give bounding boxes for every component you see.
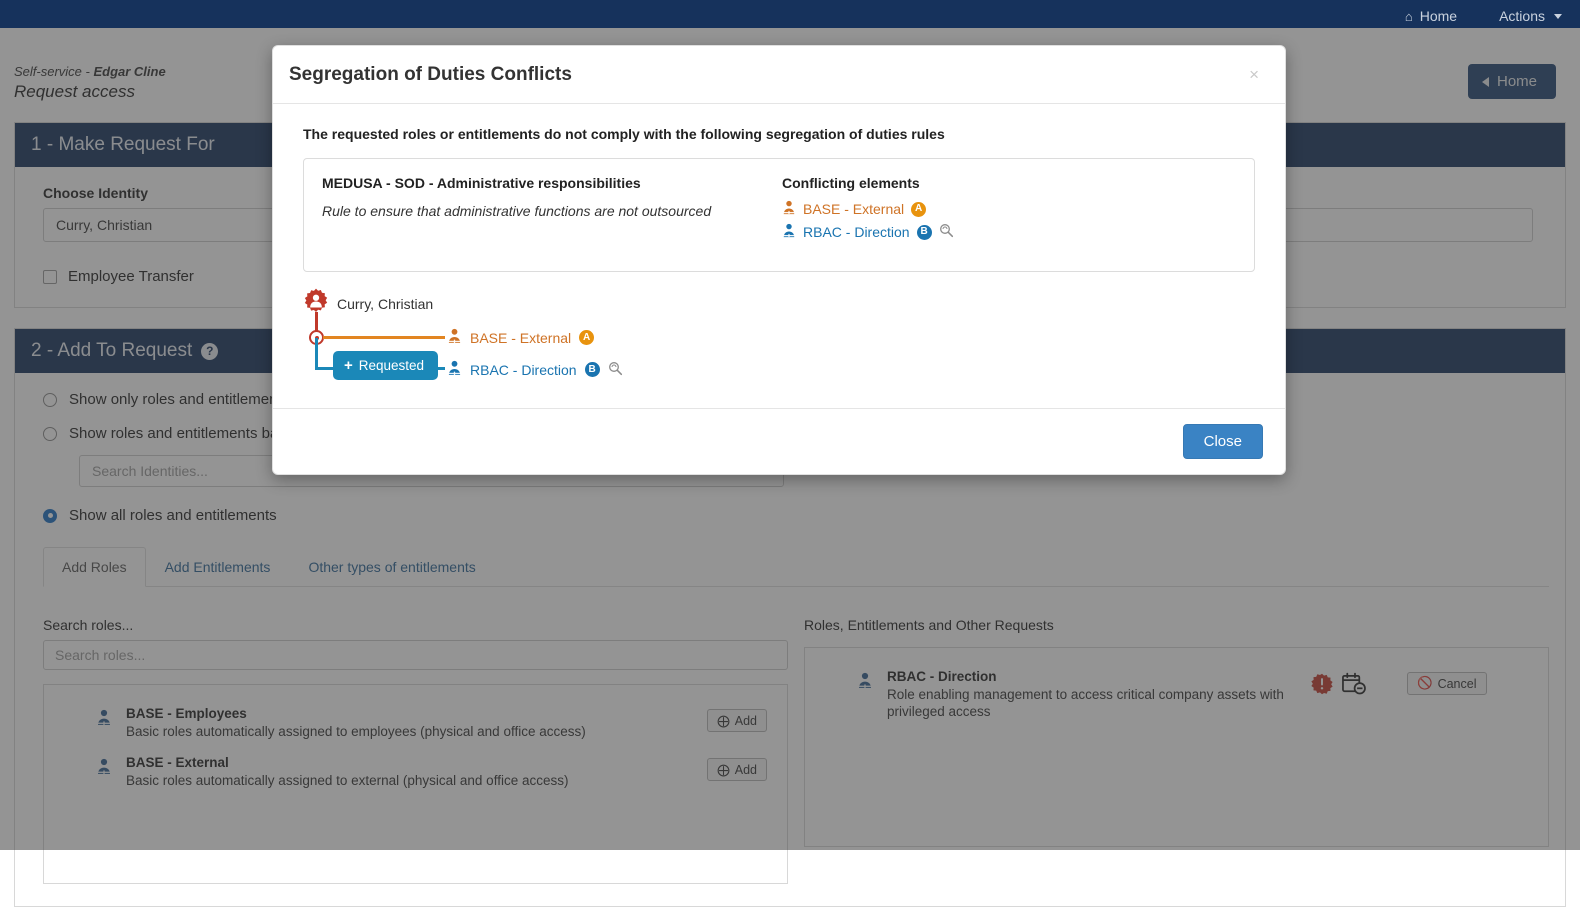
sod-conflicts-modal: Segregation of Duties Conflicts × The re…	[272, 45, 1286, 475]
tree-connector-red	[315, 312, 318, 332]
home-icon: ⌂	[1405, 9, 1413, 24]
tree-node-label: BASE - External	[470, 330, 571, 346]
rule-info: MEDUSA - SOD - Administrative responsibi…	[322, 175, 782, 241]
rule-card: MEDUSA - SOD - Administrative responsibi…	[303, 158, 1255, 272]
badge-b: B	[917, 225, 932, 240]
requested-badge-label: Requested	[359, 358, 424, 373]
tree-connector-orange	[323, 336, 445, 339]
close-button[interactable]: Close	[1183, 424, 1263, 459]
badge-b: B	[585, 362, 600, 377]
nav-item-actions[interactable]: Actions	[1499, 8, 1562, 24]
conflicting-elements: Conflicting elements BASE - External A R…	[782, 175, 1236, 241]
close-icon[interactable]: ×	[1245, 64, 1263, 85]
conflict-tree-diagram: Curry, Christian BASE - External A + Req…	[303, 286, 1255, 396]
person-role-icon	[447, 328, 462, 347]
tree-connector-blue-vertical	[315, 338, 318, 370]
tree-node-rbac-direction[interactable]: RBAC - Direction B	[447, 360, 623, 379]
plus-icon: +	[344, 357, 353, 374]
person-role-icon	[782, 223, 796, 241]
magnifier-icon[interactable]	[939, 223, 954, 241]
person-role-icon	[782, 200, 796, 218]
rule-name: MEDUSA - SOD - Administrative responsibi…	[322, 175, 782, 191]
modal-footer: Close	[273, 408, 1285, 474]
nav-item-home[interactable]: ⌂ Home	[1405, 8, 1457, 24]
person-role-icon	[447, 360, 462, 379]
badge-a: A	[579, 330, 594, 345]
nav-home-label: Home	[1420, 8, 1457, 24]
tree-node-label: RBAC - Direction	[470, 362, 577, 378]
conflicting-element-row[interactable]: RBAC - Direction B	[782, 223, 1236, 241]
tree-root-node: Curry, Christian	[303, 288, 433, 319]
conflicting-element-label: BASE - External	[803, 201, 904, 217]
conflicting-element-row[interactable]: BASE - External A	[782, 200, 1236, 218]
tree-root-label: Curry, Christian	[337, 296, 433, 312]
magnifier-icon[interactable]	[608, 361, 623, 379]
modal-title: Segregation of Duties Conflicts	[289, 64, 572, 86]
chevron-down-icon	[1554, 14, 1562, 19]
top-navigation-bar: ⌂ Home Actions	[0, 0, 1580, 28]
badge-a: A	[911, 202, 926, 217]
conflicting-element-label: RBAC - Direction	[803, 224, 910, 240]
rule-description: Rule to ensure that administrative funct…	[322, 203, 782, 219]
modal-header: Segregation of Duties Conflicts ×	[273, 46, 1285, 104]
modal-intro-text: The requested roles or entitlements do n…	[303, 126, 1255, 142]
modal-body: The requested roles or entitlements do n…	[273, 104, 1285, 408]
requested-badge: + Requested	[333, 351, 438, 380]
tree-node-base-external[interactable]: BASE - External A	[447, 328, 594, 347]
conflicting-elements-header: Conflicting elements	[782, 175, 1236, 191]
nav-actions-label: Actions	[1499, 8, 1545, 24]
